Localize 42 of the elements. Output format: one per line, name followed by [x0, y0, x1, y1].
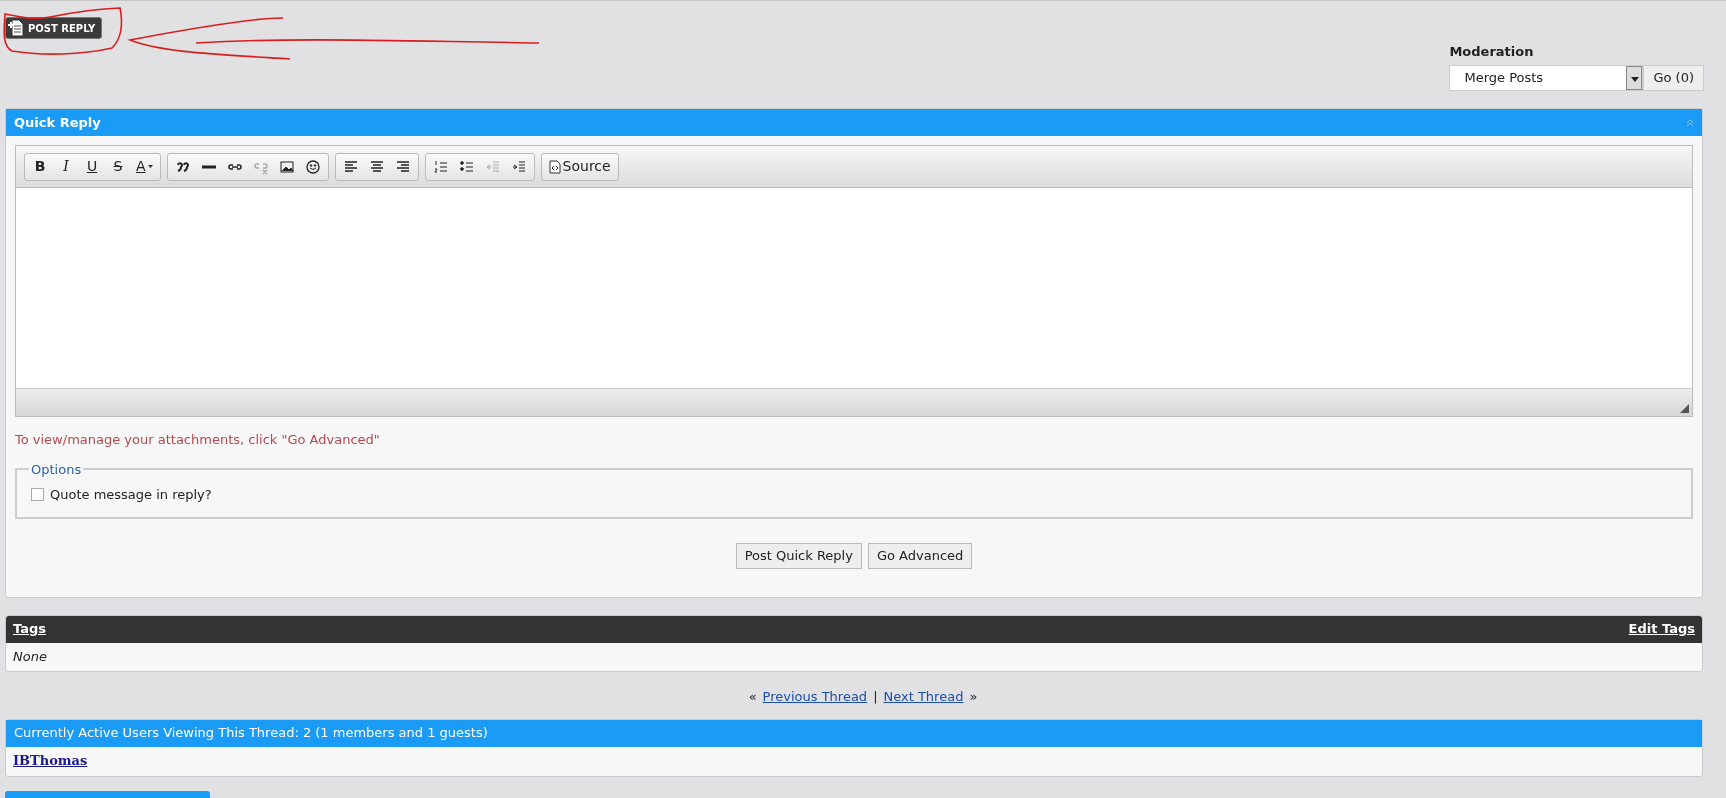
select-value: Merge Posts [1464, 68, 1544, 87]
go-button[interactable]: Go (0) [1643, 64, 1704, 91]
form-button[interactable]: Go Advanced [867, 542, 973, 569]
panel-title: Quick Reply [14, 113, 101, 132]
previous-thread-link[interactable]: Previous Thread [762, 686, 868, 707]
bullet-list-icon [458, 158, 475, 175]
checkbox-label: Quote message in reply? [50, 486, 212, 504]
source-document-icon [548, 159, 561, 174]
source-button[interactable]: Source [544, 154, 615, 179]
user-link[interactable]: IBThomas [13, 751, 88, 771]
tags-value: None [13, 647, 47, 666]
next-marker: » [969, 687, 978, 706]
smiley-icon [304, 158, 321, 175]
next-thread-link[interactable]: Next Thread [883, 686, 964, 707]
outdent-icon [484, 158, 501, 175]
form-button[interactable]: Post Quick Reply [735, 542, 862, 569]
bold-button[interactable]: B [28, 154, 52, 179]
numbered-list-icon [432, 158, 449, 175]
indent-icon [510, 158, 527, 175]
underline-button[interactable]: U [80, 154, 104, 179]
moderation-select[interactable]: Merge Posts [1449, 64, 1644, 91]
post-reply-button[interactable]: POST REPLY [5, 17, 103, 39]
moderation-label: Moderation [1449, 43, 1535, 61]
active-users-title: Currently Active Users Viewing This Thread: 2 (1 members and 1 guests) [14, 724, 488, 743]
caret-icon [147, 165, 153, 168]
resize-handle-icon[interactable] [1680, 404, 1689, 413]
align-left-icon [342, 158, 359, 175]
strike-button[interactable]: S [106, 154, 130, 179]
document-plus-icon [8, 19, 24, 37]
attachments-note: To view/manage your attachments, click "Go Advanced" [15, 431, 381, 449]
italic-button[interactable]: I [54, 154, 78, 179]
checkbox[interactable] [31, 488, 44, 502]
image-icon [278, 158, 295, 175]
edit-tags-link[interactable]: Edit Tags [1628, 619, 1695, 639]
horizontal-rule-icon [200, 164, 217, 169]
previous-marker: « [748, 687, 757, 706]
options-legend: Options [29, 459, 84, 479]
align-center-icon [368, 158, 385, 175]
font-color-button[interactable]: A [132, 154, 157, 179]
tags-link[interactable]: Tags [13, 619, 46, 639]
separator: | [873, 687, 878, 706]
align-right-icon [394, 158, 411, 175]
